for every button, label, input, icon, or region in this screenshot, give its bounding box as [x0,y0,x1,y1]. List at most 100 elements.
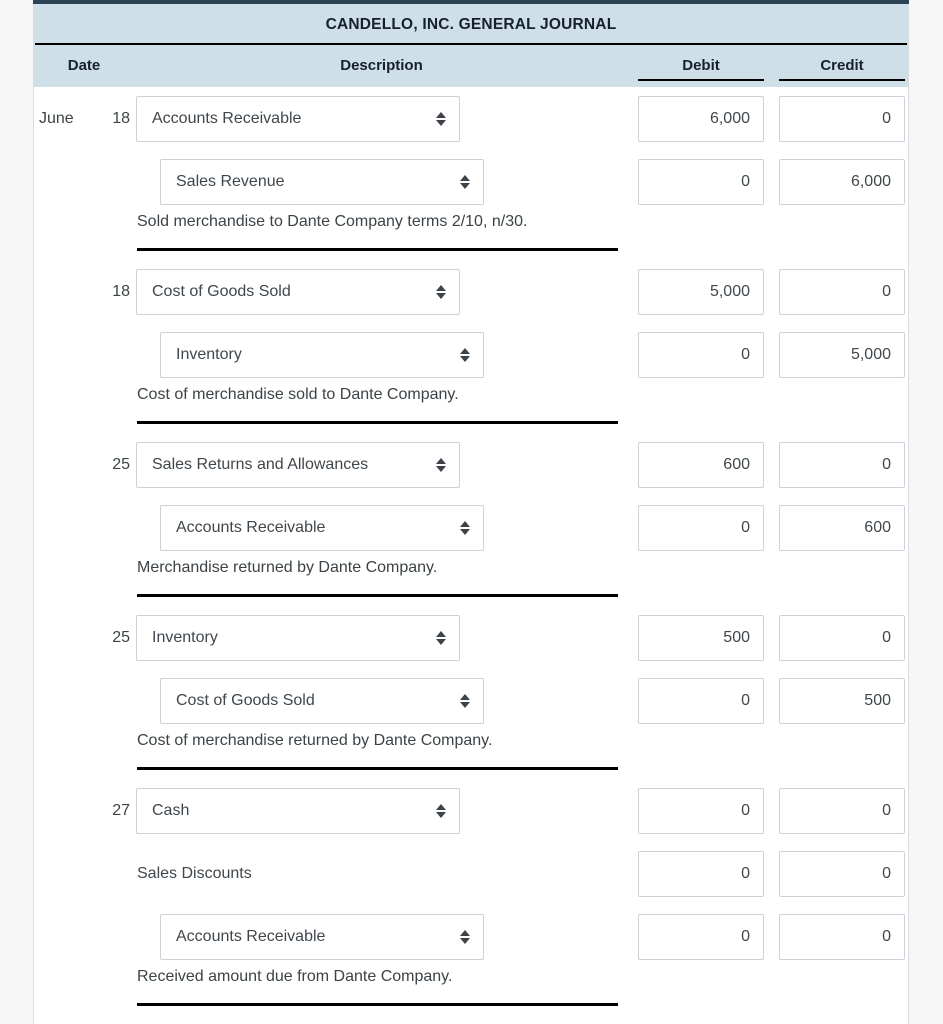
journal-entry-row: Accounts Receivable 0 600 [34,496,908,559]
date-cell [34,150,135,213]
debit-input[interactable]: 500 [638,614,764,661]
date-cell-empty [34,386,135,433]
account-select-value: Inventory [176,345,242,363]
credit-input[interactable]: 600 [779,504,905,551]
select-arrows-icon [459,927,470,947]
credit-input[interactable]: 5,000 [779,331,905,378]
account-label: Sales Discounts [137,864,252,882]
debit-cell: 0 [638,787,764,834]
date-cell: June 18 [34,87,135,150]
journal-entry-row: 25 Sales Returns and Allowances 600 0 [34,433,908,496]
account-select[interactable]: Cash [136,787,460,834]
debit-cell: 0 [638,158,764,205]
credit-input[interactable]: 0 [779,268,905,315]
general-journal-table: CANDELLO, INC. GENERAL JOURNAL Date Desc… [33,4,909,1024]
date-cell [34,842,135,905]
description-cell: Cash [135,787,629,834]
date-cell: 25 [34,433,135,496]
credit-cell: 0 [779,441,905,488]
debit-input[interactable]: 0 [638,850,764,897]
date-day: 25 [112,628,130,646]
debit-input[interactable]: 0 [638,787,764,834]
account-select[interactable]: Inventory [160,331,484,378]
journal-entry-row: Cost of Goods Sold 0 500 [34,669,908,732]
date-cell: 25 [34,606,135,669]
description-cell: Inventory [135,614,629,661]
account-select[interactable]: Cost of Goods Sold [136,268,460,315]
narration-cell: Received amount due from Dante Company. [135,968,629,1006]
date-day: 27 [112,801,130,819]
journal-header: CANDELLO, INC. GENERAL JOURNAL Date Desc… [34,4,908,87]
journal-entry: 27 Cash 0 0 Sales Discounts 0 0 Accounts Receiv… [34,779,908,1015]
account-select-value: Accounts Receivable [152,109,302,127]
debit-input[interactable]: 0 [638,913,764,960]
date-cell [34,669,135,732]
account-select-value: Accounts Receivable [176,927,326,945]
journal-entry-row: 25 Inventory 500 0 [34,606,908,669]
description-cell: Sales Returns and Allowances [135,441,629,488]
account-select-value: Cost of Goods Sold [176,691,315,709]
credit-input[interactable]: 6,000 [779,158,905,205]
date-cell-empty [34,968,135,1015]
account-select[interactable]: Cost of Goods Sold [160,677,484,724]
debit-cell: 0 [638,331,764,378]
account-select[interactable]: Sales Returns and Allowances [136,441,460,488]
debit-cell: 0 [638,913,764,960]
account-select[interactable]: Accounts Receivable [160,504,484,551]
account-select[interactable]: Sales Revenue [160,158,484,205]
credit-input[interactable]: 0 [779,913,905,960]
credit-input[interactable]: 0 [779,850,905,897]
narration-text: Merchandise returned by Dante Company. [137,559,438,576]
entry-separator-rule [137,1003,618,1006]
credit-input[interactable]: 0 [779,441,905,488]
page-gutter-left [0,0,33,1024]
date-day: 18 [112,109,130,127]
debit-input[interactable]: 0 [638,158,764,205]
page-gutter-right [909,0,943,1024]
entry-separator-rule [137,248,618,251]
description-cell: Accounts Receivable [135,913,629,960]
select-arrows-icon [435,109,446,129]
column-header-row: Date Description Debit Credit [34,45,908,87]
journal-entry-row: Inventory 0 5,000 [34,323,908,386]
credit-cell: 0 [779,850,905,897]
narration-text: Cost of merchandise sold to Dante Compan… [137,386,459,403]
narration-row: Cost of merchandise returned by Dante Co… [34,732,908,779]
column-header-credit: Credit [779,57,905,81]
journal-title: CANDELLO, INC. GENERAL JOURNAL [325,16,617,33]
credit-input[interactable]: 0 [779,787,905,834]
account-select[interactable]: Accounts Receivable [160,913,484,960]
debit-input[interactable]: 0 [638,331,764,378]
journal-entry-row: 27 Cash 0 0 [34,779,908,842]
date-cell-empty [34,732,135,779]
account-select-value: Sales Returns and Allowances [152,455,369,473]
description-cell: Sales Revenue [135,158,629,205]
account-select-value: Accounts Receivable [176,518,326,536]
account-select-value: Cash [152,801,190,819]
account-select[interactable]: Accounts Receivable [136,95,460,142]
debit-input[interactable]: 5,000 [638,268,764,315]
select-arrows-icon [459,691,470,711]
date-cell-empty [34,213,135,260]
debit-cell: 600 [638,441,764,488]
select-arrows-icon [459,345,470,365]
entry-separator-rule [137,594,618,597]
credit-input[interactable]: 0 [779,614,905,661]
debit-input[interactable]: 600 [638,441,764,488]
select-arrows-icon [435,801,446,821]
credit-input[interactable]: 500 [779,677,905,724]
credit-input[interactable]: 0 [779,95,905,142]
journal-entry-row: 18 Cost of Goods Sold 5,000 0 [34,260,908,323]
journal-entry: June 18 Accounts Receivable 6,000 0 Sales Rev… [34,87,908,260]
debit-input[interactable]: 6,000 [638,95,764,142]
credit-cell: 0 [779,95,905,142]
account-select[interactable]: Inventory [136,614,460,661]
debit-input[interactable]: 0 [638,677,764,724]
narration-cell: Sold merchandise to Dante Company terms … [135,213,629,251]
journal-entry-row: June 18 Accounts Receivable 6,000 0 [34,87,908,150]
narration-row: Received amount due from Dante Company. [34,968,908,1015]
date-month: June [39,109,74,127]
date-cell [34,323,135,386]
debit-input[interactable]: 0 [638,504,764,551]
narration-text: Sold merchandise to Dante Company terms … [137,213,528,230]
